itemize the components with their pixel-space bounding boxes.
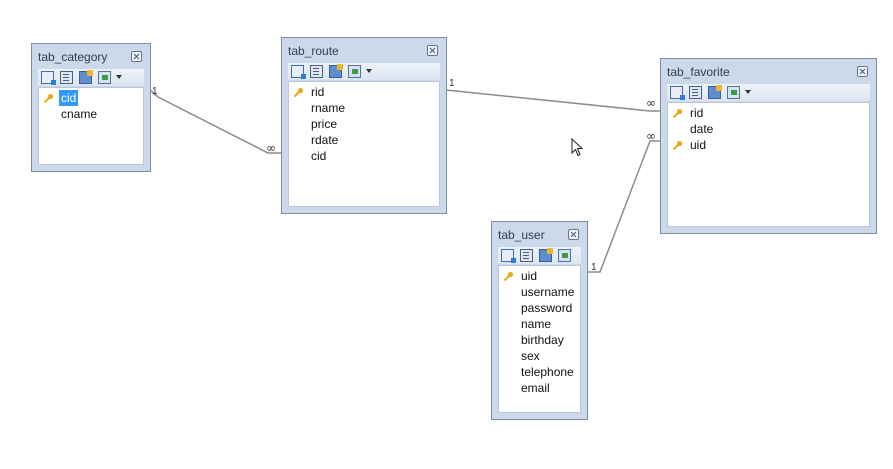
field-row[interactable]: sex — [500, 348, 579, 364]
field-row[interactable]: cid — [40, 90, 142, 106]
close-icon[interactable] — [427, 45, 438, 56]
table-tab-category[interactable]: tab_category cid cname — [31, 43, 151, 172]
field-name: rid — [311, 85, 325, 99]
field-row[interactable]: rid — [290, 84, 438, 100]
primary-key-icon[interactable] — [708, 85, 722, 99]
field-name: rid — [690, 106, 704, 120]
table-title: tab_favorite — [667, 65, 730, 79]
field-name: date — [690, 122, 714, 136]
add-field-icon[interactable] — [291, 65, 306, 79]
relationship-line-category-route[interactable] — [149, 89, 282, 154]
diagram-canvas[interactable]: 1 ∞ 1 ∞ 1 ∞ tab_category cid cname tab_r… — [0, 0, 893, 469]
insert-field-icon[interactable] — [520, 249, 533, 262]
cardinality-one-label: 1 — [152, 86, 158, 97]
insert-field-icon[interactable] — [60, 71, 73, 84]
field-row[interactable]: telephone — [500, 364, 579, 380]
close-icon[interactable] — [568, 229, 579, 240]
table-toolbar — [288, 63, 440, 80]
table-header[interactable]: tab_category — [32, 44, 150, 68]
field-name: rname — [311, 101, 346, 115]
table-header[interactable]: tab_favorite — [661, 59, 876, 83]
field-row[interactable]: rname — [290, 100, 438, 116]
field-name: email — [521, 381, 550, 395]
mouse-cursor-icon — [571, 138, 584, 157]
table-title: tab_user — [498, 228, 545, 242]
field-name: telephone — [521, 365, 574, 379]
table-header[interactable]: tab_route — [282, 38, 446, 62]
field-name: password — [521, 301, 573, 315]
cardinality-one-label: 1 — [591, 262, 597, 273]
index-icon[interactable] — [348, 65, 361, 78]
field-list: rid date uid — [667, 102, 870, 227]
field-row[interactable]: birthday — [500, 332, 579, 348]
primary-key-icon[interactable] — [329, 64, 343, 78]
field-name: rdate — [311, 133, 339, 147]
field-name: cname — [61, 107, 98, 121]
close-icon[interactable] — [857, 66, 868, 77]
chevron-down-icon[interactable] — [745, 90, 751, 94]
primary-key-icon[interactable] — [539, 248, 553, 262]
field-row[interactable]: uid — [500, 268, 579, 284]
index-icon[interactable] — [727, 86, 740, 99]
field-name: cid — [311, 149, 327, 163]
field-name: price — [311, 117, 338, 131]
add-field-icon[interactable] — [501, 249, 516, 263]
field-row[interactable]: rid — [669, 105, 868, 121]
field-row[interactable]: rdate — [290, 132, 438, 148]
field-list: uid username password name birthday sex … — [498, 265, 581, 413]
key-icon — [293, 87, 304, 98]
table-title: tab_route — [288, 44, 339, 58]
table-toolbar — [667, 84, 870, 101]
table-tab-favorite[interactable]: tab_favorite rid date uid — [660, 58, 877, 234]
cardinality-many-label: ∞ — [266, 141, 276, 155]
field-name: cid — [59, 90, 79, 106]
key-icon — [672, 108, 683, 119]
close-icon[interactable] — [131, 51, 142, 62]
field-row[interactable]: date — [669, 121, 868, 137]
field-name: uid — [521, 269, 538, 283]
chevron-down-icon[interactable] — [116, 75, 122, 79]
cardinality-one-label: 1 — [449, 78, 455, 89]
field-list: cid cname — [38, 87, 144, 165]
field-row[interactable]: price — [290, 116, 438, 132]
add-field-icon[interactable] — [670, 86, 685, 100]
insert-field-icon[interactable] — [689, 86, 702, 99]
field-list: rid rname price rdate cid — [288, 81, 440, 207]
cardinality-many-label: ∞ — [646, 129, 656, 143]
table-title: tab_category — [38, 50, 108, 64]
key-icon — [503, 271, 514, 282]
field-name: name — [521, 317, 552, 331]
field-name: uid — [690, 138, 707, 152]
cardinality-many-label: ∞ — [646, 96, 656, 110]
field-row[interactable]: name — [500, 316, 579, 332]
add-field-icon[interactable] — [41, 71, 56, 85]
relationship-line-route-favorite[interactable] — [445, 89, 660, 112]
key-icon — [43, 93, 54, 104]
chevron-down-icon[interactable] — [366, 69, 372, 73]
table-toolbar — [498, 247, 581, 264]
field-name: birthday — [521, 333, 564, 347]
field-row[interactable]: cname — [40, 106, 142, 122]
key-icon — [672, 140, 683, 151]
table-tab-user[interactable]: tab_user uid username password name birt… — [491, 221, 588, 420]
field-row[interactable]: cid — [290, 148, 438, 164]
field-name: username — [521, 285, 575, 299]
relationship-line-user-favorite[interactable] — [588, 140, 660, 273]
field-row[interactable]: email — [500, 380, 579, 396]
insert-field-icon[interactable] — [310, 65, 323, 78]
field-row[interactable]: username — [500, 284, 579, 300]
table-tab-route[interactable]: tab_route rid rname price rdate cid — [281, 37, 447, 214]
table-toolbar — [38, 69, 144, 86]
index-icon[interactable] — [98, 71, 111, 84]
field-row[interactable]: password — [500, 300, 579, 316]
index-icon[interactable] — [558, 249, 571, 262]
field-name: sex — [521, 349, 540, 363]
field-row[interactable]: uid — [669, 137, 868, 153]
table-header[interactable]: tab_user — [492, 222, 587, 246]
primary-key-icon[interactable] — [79, 70, 93, 84]
